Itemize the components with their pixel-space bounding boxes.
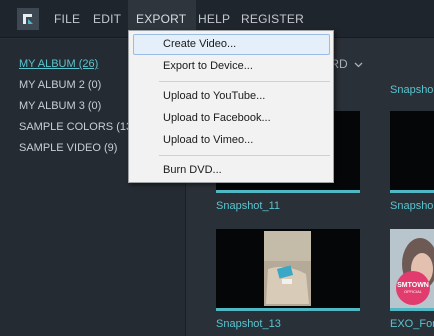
export-dropdown: Create Video... Export to Device... Uplo…: [128, 30, 334, 183]
burn-dvd-item[interactable]: Burn DVD...: [133, 160, 330, 181]
menu-help[interactable]: HELP: [198, 12, 230, 26]
album-item-my-album[interactable]: MY ALBUM (26): [19, 58, 98, 70]
upload-youtube-item[interactable]: Upload to YouTube...: [133, 86, 330, 107]
video-thumbnail-exo[interactable]: SMTOWN OFFICIAL: [390, 229, 434, 311]
chevron-down-icon: [354, 62, 363, 68]
create-video-item[interactable]: Create Video...: [133, 34, 330, 55]
thumbnail-caption: Snapsho: [390, 84, 434, 96]
menu-divider: [159, 155, 330, 156]
thumbnail-caption[interactable]: Snapsho: [390, 200, 433, 212]
thumbnail-caption[interactable]: EXO_For: [390, 318, 434, 330]
menu-export-label: EXPORT: [136, 12, 187, 26]
smtown-badge: SMTOWN OFFICIAL: [396, 271, 430, 305]
badge-subtext: OFFICIAL: [403, 289, 422, 294]
thumbnail-caption[interactable]: Snapshot_13: [216, 318, 281, 330]
album-item-my-album-2[interactable]: MY ALBUM 2 (0): [19, 79, 101, 91]
upload-facebook-item[interactable]: Upload to Facebook...: [133, 108, 330, 129]
thumbnail-caption[interactable]: Snapshot_11: [216, 200, 280, 212]
album-item-sample-video[interactable]: SAMPLE VIDEO (9): [19, 142, 117, 154]
album-item-sample-colors[interactable]: SAMPLE COLORS (13): [19, 121, 136, 133]
export-to-device-item[interactable]: Export to Device...: [133, 56, 330, 77]
upload-vimeo-item[interactable]: Upload to Vimeo...: [133, 130, 330, 151]
app-logo-icon[interactable]: [17, 8, 39, 30]
menu-file[interactable]: FILE: [54, 12, 80, 26]
menu-register[interactable]: REGISTER: [241, 12, 304, 26]
menu-edit[interactable]: EDIT: [93, 12, 121, 26]
album-item-my-album-3[interactable]: MY ALBUM 3 (0): [19, 100, 101, 112]
video-thumbnail-snapshot[interactable]: [390, 111, 434, 193]
menu-divider: [159, 81, 330, 82]
video-thumbnail-snapshot-13[interactable]: [216, 229, 360, 311]
badge-text: SMTOWN: [397, 282, 429, 289]
snapshot-13-image: [216, 229, 360, 308]
